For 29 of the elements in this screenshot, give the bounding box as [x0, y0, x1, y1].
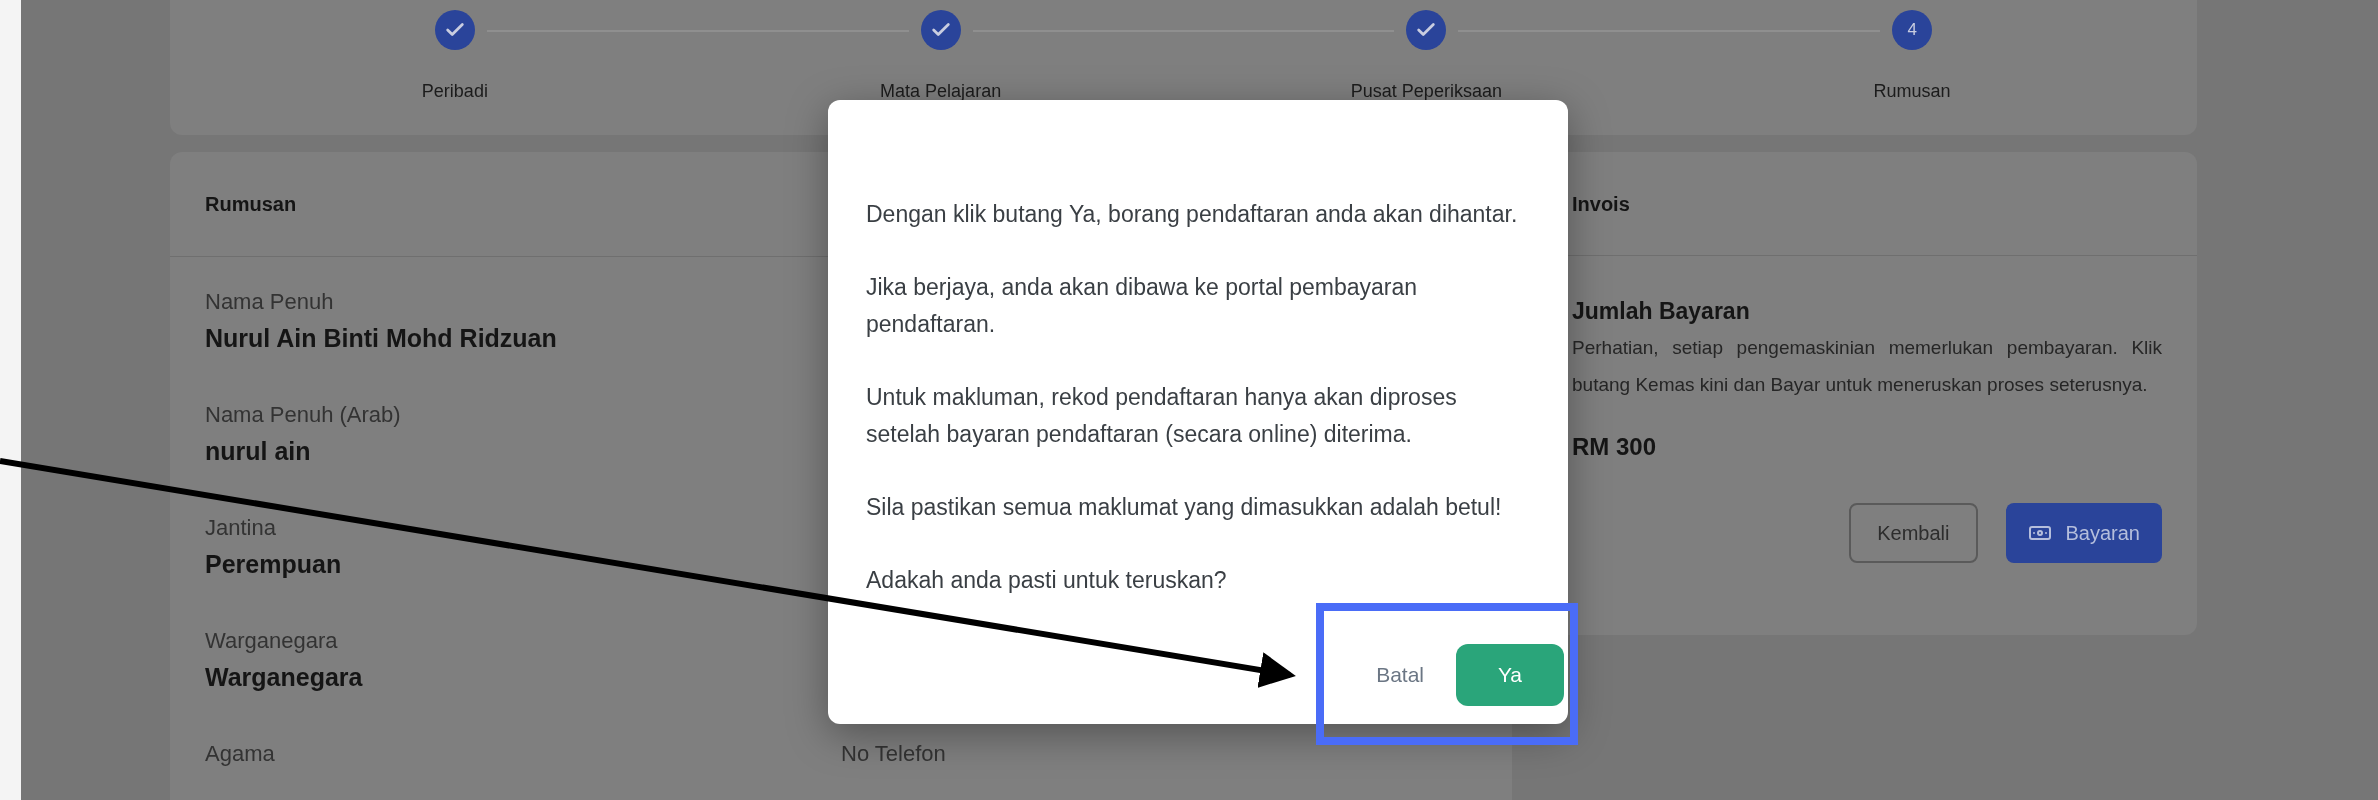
dialog-text: Jika berjaya, anda akan dibawa ke portal pembayaran pendaftaran. — [866, 273, 1419, 339]
payment-button[interactable]: Bayaran — [2005, 502, 2162, 563]
back-button[interactable]: Kembali — [1849, 502, 1978, 563]
field-label: Agama — [205, 740, 276, 768]
dialog-text: Untuk makluman, rekod pendaftaran hanya akan diproses setelah bayaran pendaftaran (secara online) diterima. — [866, 383, 1458, 449]
dialog-text: Sila pastikan semua maklumat yang dimasukkan adalah betul! — [866, 493, 1503, 522]
step-label: Pusat Peperiksaan — [1350, 80, 1502, 103]
field-value: nurul ain — [205, 436, 312, 467]
step-label: Peribadi — [421, 80, 488, 103]
step-label: Rumusan — [1873, 80, 1951, 103]
dialog-text: Adakah anda pasti untuk teruskan? — [866, 566, 1228, 595]
field-label: Nama Penuh (Arab) — [205, 401, 402, 429]
field-label: No Telefon — [841, 740, 947, 768]
amount-value: RM 300 — [1572, 431, 1658, 462]
card-title: Invois — [1572, 191, 1630, 217]
field-label: Nama Penuh — [205, 288, 335, 316]
field-value: Perempuan — [205, 549, 343, 580]
cancel-button[interactable]: Batal — [1366, 645, 1434, 705]
step-number: 4 — [1907, 19, 1917, 42]
step-label: Mata Pelajaran — [880, 80, 1002, 103]
payment-notice: Perhatian, setiap pengemaskinian memerlukan pembayaran. Klik butang Kemas kini dan Bayar untuk meneruskan proses seterusnya. — [1572, 335, 2162, 397]
amount-heading: Jumlah Bayaran — [1572, 297, 1751, 326]
card-title: Rumusan — [205, 192, 297, 217]
dialog-text: Dengan klik butang Ya, borang pendaftaran anda akan dihantar. — [866, 200, 1519, 229]
field-label: Jantina — [205, 514, 277, 542]
field-label: Warganegara — [205, 627, 339, 655]
field-value: Nurul Ain Binti Mohd Ridzuan — [205, 323, 558, 354]
field-value: Warganegara — [205, 662, 364, 693]
confirm-button[interactable]: Ya — [1456, 644, 1564, 706]
